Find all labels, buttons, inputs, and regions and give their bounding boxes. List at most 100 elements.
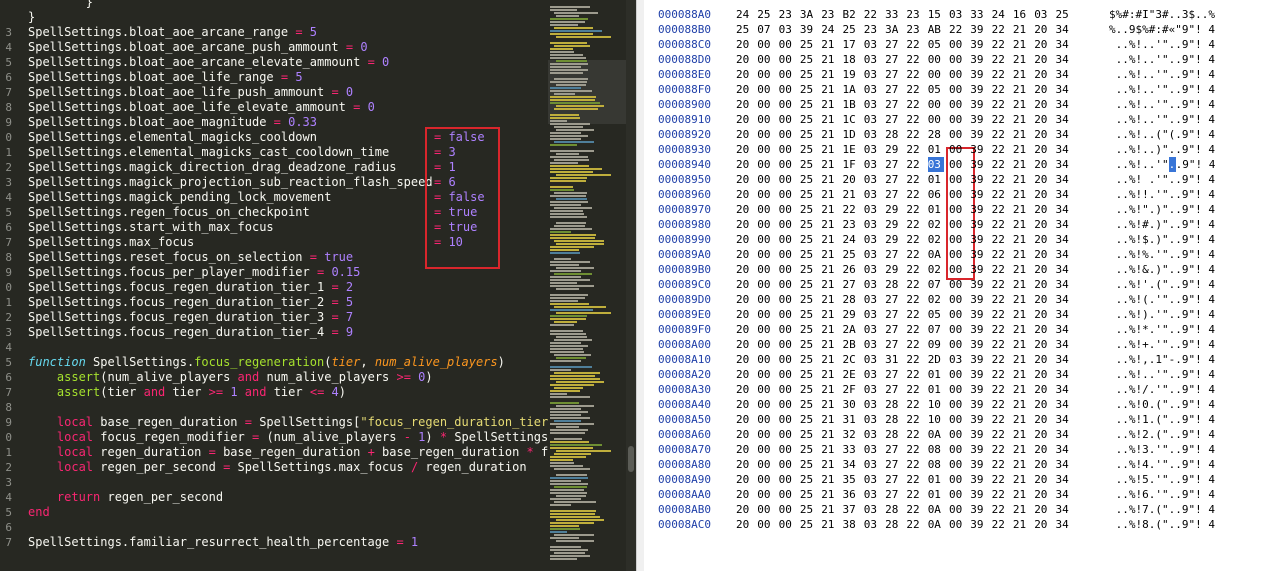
hex-byte[interactable]: 03 [864,52,880,67]
hex-byte[interactable]: 22 [992,22,1008,37]
hex-byte[interactable]: 20 [736,172,752,187]
hex-byte[interactable]: 22 [992,412,1008,427]
hex-byte[interactable]: 20 [1034,277,1050,292]
hex-byte[interactable]: 21 [821,382,837,397]
hex-byte[interactable]: 25 [800,67,816,82]
hex-byte[interactable]: 39 [970,502,986,517]
hex-byte[interactable]: 39 [970,172,986,187]
hex-byte[interactable]: 26 [843,262,859,277]
hex-byte[interactable]: 00 [949,217,965,232]
hex-byte[interactable]: 20 [736,277,752,292]
hex-ascii[interactable]: ..%!2.("..9"! 4 [1109,427,1215,442]
hex-byte[interactable]: 39 [970,277,986,292]
hex-row[interactable]: 00008900 20 00 00 25 21 1B 03 27 22 00 00 39 22 21 20 34… [644,97,1269,112]
hex-byte[interactable]: 25 [800,127,816,142]
hex-byte[interactable]: 03 [864,112,880,127]
hex-byte[interactable]: 00 [779,202,795,217]
hex-byte[interactable]: 00 [757,247,773,262]
hex-row[interactable]: 00008960 20 00 00 25 21 21 03 27 22 06 00 39 22 21 20 34… [644,187,1269,202]
hex-byte[interactable]: 21 [821,172,837,187]
hex-byte[interactable]: 22 [906,127,922,142]
hex-byte[interactable]: 00 [949,97,965,112]
hex-byte[interactable]: 00 [949,412,965,427]
hex-byte[interactable]: 00 [949,367,965,382]
hex-byte[interactable]: 22 [906,487,922,502]
hex-row[interactable]: 00008940 20 00 00 25 21 1F 03 27 22 03 00 39 22 21 20 34… [644,157,1269,172]
hex-byte[interactable]: 09 [928,337,944,352]
hex-byte[interactable]: 21 [821,142,837,157]
hex-byte[interactable]: 21 [1013,22,1029,37]
hex-byte[interactable]: 22 [906,517,922,532]
hex-byte[interactable]: 00 [757,487,773,502]
hex-byte[interactable]: 27 [885,67,901,82]
hex-byte[interactable]: 20 [1034,517,1050,532]
hex-byte[interactable]: 21 [1013,457,1029,472]
hex-byte[interactable]: 27 [885,82,901,97]
hex-byte[interactable]: 25 [800,382,816,397]
hex-byte[interactable]: 00 [779,97,795,112]
hex-byte[interactable]: 34 [1056,427,1072,442]
hex-byte[interactable]: 27 [885,307,901,322]
hex-byte[interactable]: 31 [885,352,901,367]
hex-byte[interactable]: 20 [1034,292,1050,307]
hex-ascii[interactable]: ..%!(.'"..9"! 4 [1109,292,1215,307]
hex-byte[interactable]: 20 [736,517,752,532]
hex-byte[interactable]: 20 [843,172,859,187]
hex-byte[interactable]: 21 [1013,412,1029,427]
hex-byte[interactable]: 03 [864,97,880,112]
hex-byte[interactable]: 03 [864,262,880,277]
hex-ascii[interactable]: ..%!..'"..9"! 4 [1109,82,1215,97]
hex-byte[interactable]: 22 [906,142,922,157]
hex-ascii[interactable]: ..%!/.'"..9"! 4 [1109,382,1215,397]
hex-byte[interactable]: 25 [800,412,816,427]
hex-byte[interactable]: 00 [757,397,773,412]
hex-byte[interactable]: 21 [1013,217,1029,232]
hex-byte[interactable]: 22 [992,472,1008,487]
hex-row[interactable]: 00008A90 20 00 00 25 21 35 03 27 22 01 00 39 22 21 20 34… [644,472,1269,487]
hex-byte[interactable]: 22 [906,502,922,517]
hex-byte[interactable]: 03 [864,517,880,532]
hex-ascii[interactable]: ..%!#.)"..9"! 4 [1109,217,1215,232]
hex-byte[interactable]: 00 [949,262,965,277]
hex-byte[interactable]: 21 [1013,247,1029,262]
hex-byte[interactable]: 20 [1034,112,1050,127]
hex-byte[interactable]: 21 [821,337,837,352]
hex-byte[interactable]: 20 [736,262,752,277]
hex-byte[interactable]: 20 [1034,262,1050,277]
hex-byte[interactable]: 39 [970,487,986,502]
hex-byte[interactable]: 23 [779,7,795,22]
hex-byte[interactable]: 22 [906,397,922,412]
hex-byte[interactable]: 21 [821,202,837,217]
hex-ascii[interactable]: ..%!).'"..9"! 4 [1109,307,1215,322]
hex-byte[interactable]: 34 [1056,337,1072,352]
hex-row[interactable]: 00008A70 20 00 00 25 21 33 03 27 22 08 00 39 22 21 20 34… [644,442,1269,457]
hex-byte[interactable]: 29 [885,142,901,157]
hex-byte[interactable]: 2A [843,322,859,337]
hex-byte[interactable]: 01 [928,472,944,487]
hex-byte[interactable]: 34 [1056,97,1072,112]
hex-ascii[interactable]: ..%! .'"..9"! 4 [1109,172,1215,187]
hex-byte[interactable]: 22 [864,7,880,22]
hex-byte[interactable]: 21 [821,472,837,487]
hex-byte[interactable]: 03 [864,247,880,262]
hex-byte[interactable]: 34 [1056,127,1072,142]
hex-byte[interactable]: 00 [757,322,773,337]
hex-byte[interactable]: 39 [970,412,986,427]
hex-byte[interactable]: 00 [949,307,965,322]
hex-byte[interactable]: 25 [800,232,816,247]
hex-row[interactable]: 000088C0 20 00 00 25 21 17 03 27 22 05 00 39 22 21 20 34… [644,37,1269,52]
hex-byte[interactable]: 34 [1056,217,1072,232]
hex-byte[interactable]: 20 [1034,397,1050,412]
hex-byte[interactable]: 39 [970,67,986,82]
hex-byte[interactable]: 22 [906,292,922,307]
hex-byte[interactable]: 00 [949,157,965,172]
hex-row[interactable]: 000089F0 20 00 00 25 21 2A 03 27 22 07 00 39 22 21 20 34… [644,322,1269,337]
hex-byte[interactable]: B2 [843,7,859,22]
hex-byte[interactable]: 21 [1013,352,1029,367]
hex-byte[interactable]: 25 [800,442,816,457]
hex-byte[interactable]: 00 [949,487,965,502]
hex-byte[interactable]: 21 [1013,67,1029,82]
hex-byte[interactable]: 22 [992,202,1008,217]
hex-ascii[interactable]: ..%!5.'"..9"! 4 [1109,472,1215,487]
hex-byte[interactable]: 00 [779,52,795,67]
